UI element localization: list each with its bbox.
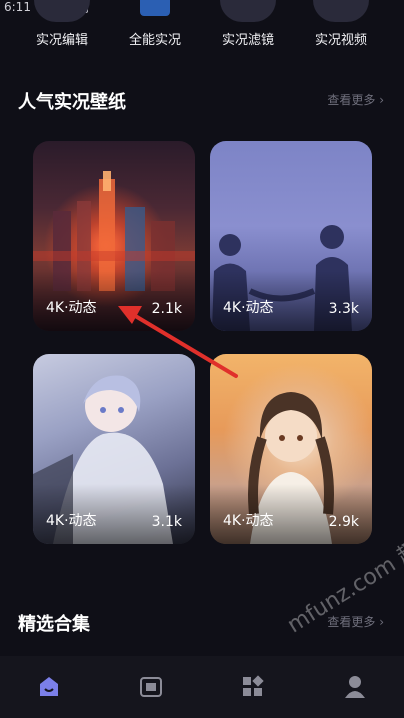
wallpaper-card[interactable]: 4K·动态 2.9k: [210, 354, 372, 544]
bottom-nav: [0, 656, 404, 718]
see-more-link[interactable]: 查看更多 ›: [327, 91, 384, 108]
live-video-icon: [313, 0, 369, 22]
card-tag: 4K·动态: [223, 300, 274, 316]
all-live-icon: [140, 0, 170, 16]
live-edit-icon: [34, 0, 90, 22]
action-label: 实况视频: [314, 33, 367, 48]
popular-header: 人气实况壁纸 查看更多 ›: [18, 88, 384, 116]
card-tag: 4K·动态: [46, 513, 97, 529]
wallpaper-card[interactable]: 4K·动态 3.3k: [210, 141, 372, 331]
card-count: 2.1k: [151, 301, 182, 317]
action-label: 全能实况: [128, 33, 181, 48]
card-count: 3.3k: [328, 301, 359, 317]
card-count: 2.9k: [328, 514, 359, 530]
action-live-filter[interactable]: 实况滤镜: [208, 0, 288, 48]
card-tag: 4K·动态: [223, 513, 274, 529]
wallpaper-card[interactable]: 4K·动态 3.1k: [33, 354, 195, 544]
wallpaper-card[interactable]: 4K·动态 2.1k: [33, 141, 195, 331]
action-label: 实况滤镜: [221, 33, 274, 48]
home-icon[interactable]: [36, 674, 62, 700]
wallpaper-icon[interactable]: [138, 674, 164, 700]
card-tag: 4K·动态: [46, 300, 97, 316]
section-title: 精选合集: [18, 614, 90, 635]
apps-icon[interactable]: [240, 674, 266, 700]
section-title: 人气实况壁纸: [18, 92, 126, 113]
action-live-video[interactable]: 实况视频: [301, 0, 381, 48]
live-filter-icon: [220, 0, 276, 22]
quick-actions: 实况编辑 全能实况 实况滤镜 实况视频: [0, 0, 404, 60]
action-live-edit[interactable]: 实况编辑: [22, 0, 102, 48]
see-more-link[interactable]: 查看更多 ›: [327, 613, 384, 630]
profile-icon[interactable]: [342, 674, 368, 700]
action-label: 实况编辑: [35, 33, 88, 48]
action-all-live[interactable]: 全能实况: [115, 0, 195, 48]
card-count: 3.1k: [151, 514, 182, 530]
